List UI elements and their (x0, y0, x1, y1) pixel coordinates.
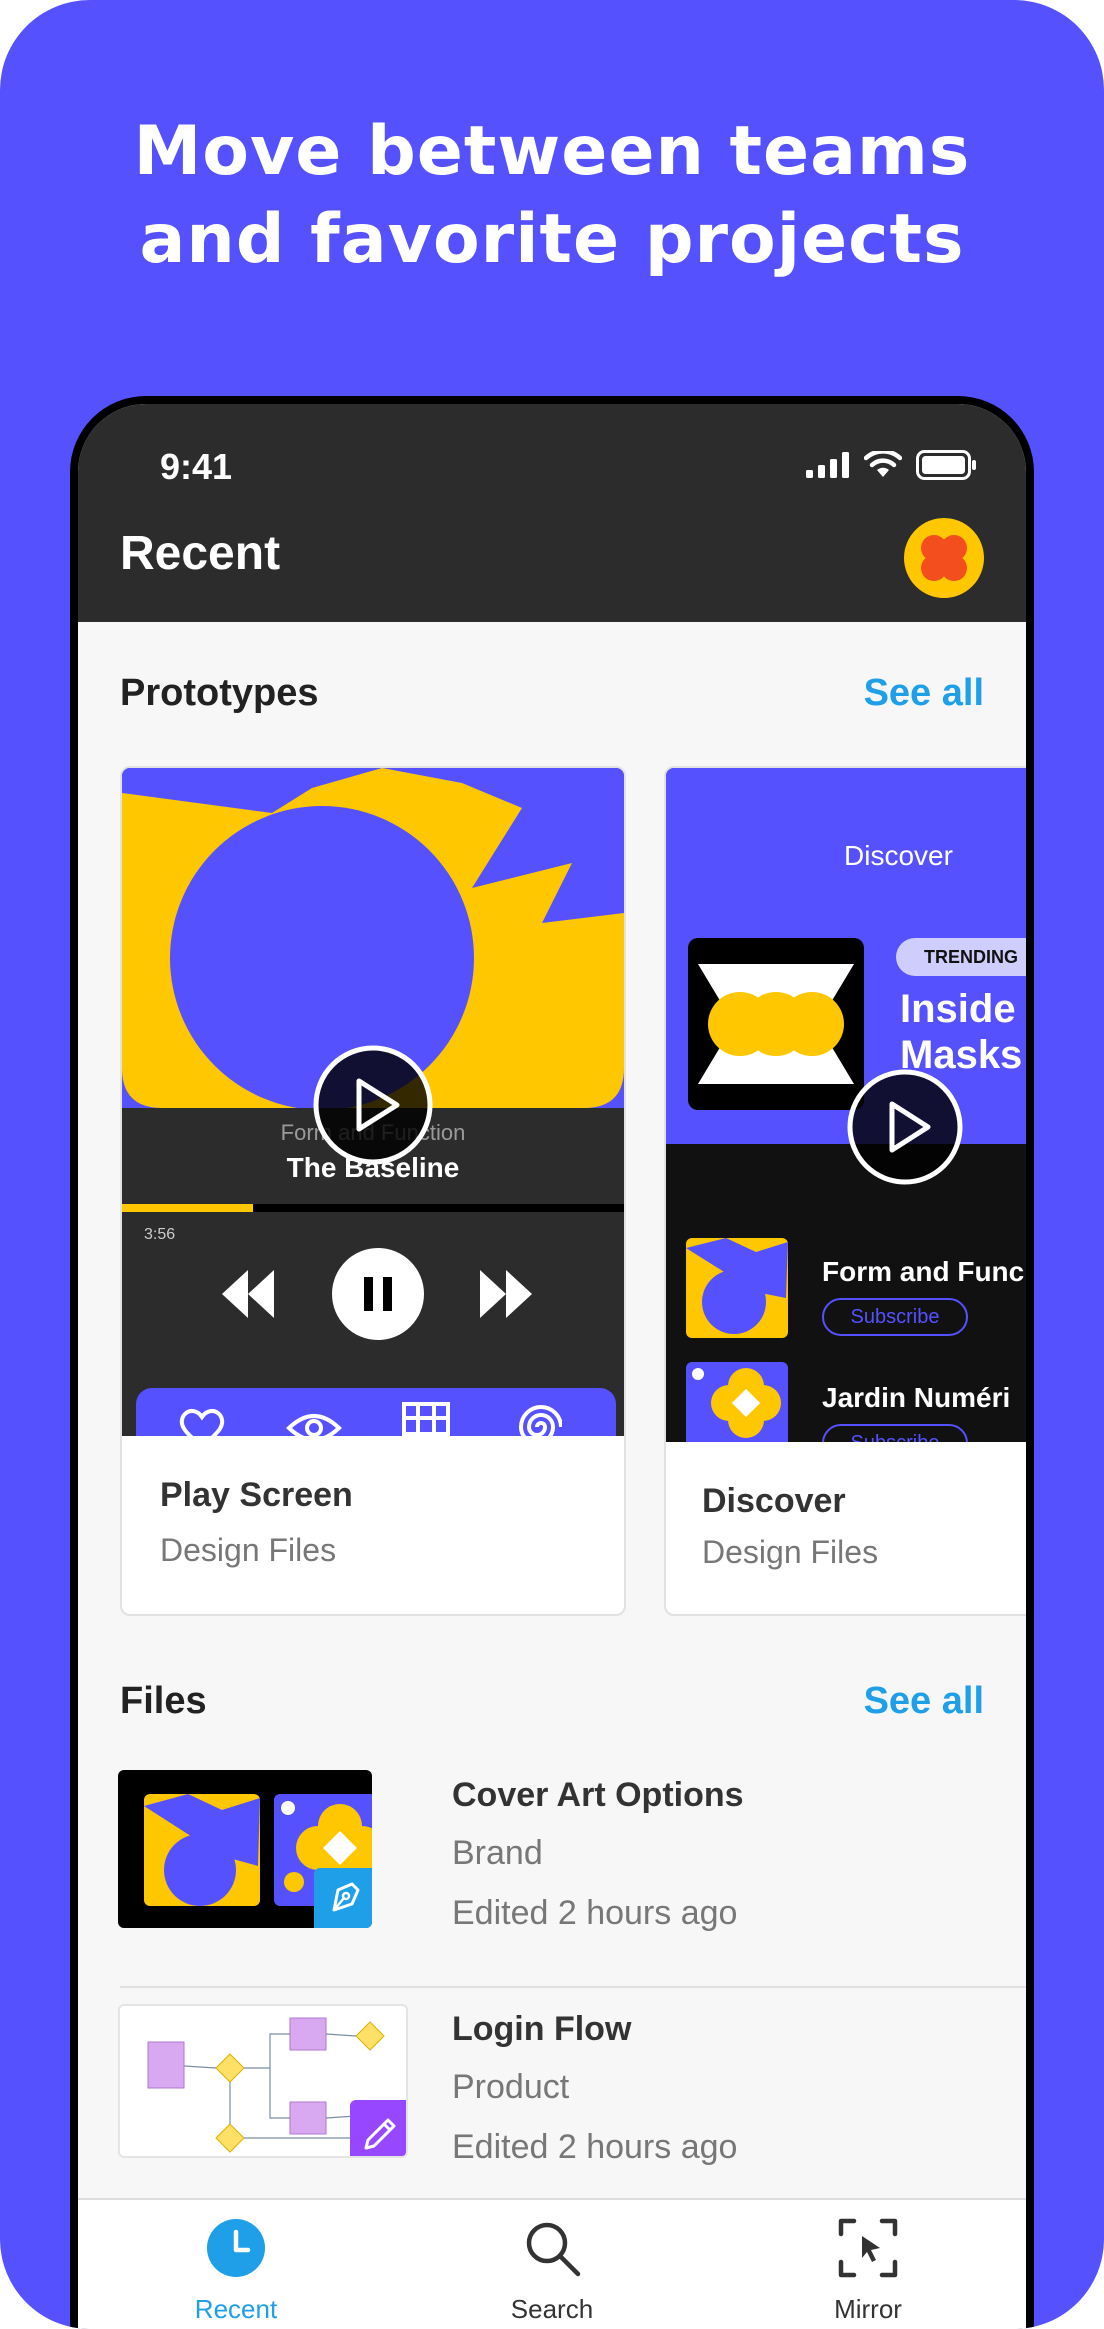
tab-bar: Recent Search Mirror (78, 2198, 1026, 2329)
file-name: Cover Art Options (452, 1776, 744, 1814)
pencil-glyph (364, 2118, 396, 2150)
status-icons (806, 450, 978, 480)
file-project: Product (452, 2068, 570, 2106)
subscribe-button[interactable]: Subscribe (822, 1424, 968, 1442)
prototype-card-discover[interactable]: Discover TRENDING Inside Masks Form and … (664, 766, 1026, 1616)
card-name: Discover (702, 1482, 846, 1520)
card-subtitle: Design Files (702, 1534, 879, 1570)
tab-recent[interactable]: Recent (78, 2200, 394, 2329)
play-screen-preview: Form and Function The Baseline 3:56 (122, 768, 624, 1436)
prototype-card-play-screen[interactable]: Form and Function The Baseline 3:56 (120, 766, 626, 1616)
play-icon (313, 1045, 433, 1165)
player-action-bar (136, 1388, 616, 1436)
list-item-2-thumbnail (686, 1362, 788, 1442)
file-project: Brand (452, 1834, 543, 1872)
list-item-1-title: Form and Func (822, 1256, 1025, 1287)
progress-fill (122, 1204, 253, 1212)
avatar[interactable] (904, 518, 984, 598)
trending-badge: TRENDING (896, 938, 1026, 976)
phone-screen: 9:41 Recent Prototypes See all Form The … (78, 404, 1026, 2329)
files-see-all-link[interactable]: See all (864, 1680, 984, 1723)
pause-icon (332, 1248, 424, 1340)
rewind-icon (222, 1270, 274, 1318)
file-thumbnail (118, 1770, 372, 1928)
file-row-cover-art-options[interactable]: Cover Art Options Brand Edited 2 hours a… (118, 1770, 1026, 1988)
tab-label: Recent (194, 2294, 278, 2324)
card-subtitle: Design Files (160, 1532, 337, 1568)
wifi-icon (864, 451, 902, 477)
play-icon (847, 1069, 963, 1185)
files-title: Files (120, 1680, 207, 1722)
card-name: Play Screen (160, 1476, 353, 1514)
avatar-logo-icon (921, 535, 967, 581)
headline-line-1: Move between teams (133, 112, 971, 191)
tab-search[interactable]: Search (394, 2200, 710, 2329)
tab-label: Mirror (834, 2294, 902, 2324)
progress-track[interactable] (122, 1204, 624, 1212)
heart-icon (179, 1408, 225, 1436)
grid-icon (402, 1402, 450, 1436)
discover-heading: Discover (844, 840, 953, 871)
signal-icon (806, 452, 849, 478)
app-store-screenshot: Move between teams and favorite projects… (0, 0, 1104, 2329)
status-time: 9:41 (160, 446, 233, 487)
elapsed-time: 3:56 (144, 1226, 176, 1243)
list-item-1-thumbnail (686, 1238, 788, 1338)
prototypes-title: Prototypes (120, 672, 319, 714)
headline-line-2: and favorite projects (139, 200, 965, 279)
tab-mirror[interactable]: Mirror (710, 2200, 1026, 2329)
file-edited-time: Edited 2 hours ago (452, 1894, 738, 1932)
pencil-icon (350, 2100, 406, 2156)
discover-preview: Discover TRENDING Inside Masks Form and … (666, 768, 1026, 1442)
page-title: Recent (120, 527, 281, 580)
masks-artwork (688, 938, 864, 1110)
clock-icon (207, 2219, 265, 2277)
fast-forward-icon (480, 1270, 532, 1318)
prototypes-see-all-link[interactable]: See all (864, 672, 984, 715)
file-thumbnail (118, 2004, 408, 2158)
subscribe-button[interactable]: Subscribe (822, 1298, 968, 1336)
search-icon (526, 2222, 581, 2277)
spiral-icon (518, 1405, 562, 1436)
file-name: Login Flow (452, 2010, 632, 2048)
pen-tool-icon (314, 1868, 372, 1928)
list-item-2-title: Jardin Numéri (822, 1382, 1011, 1413)
feature-title: Inside Masks (900, 987, 1023, 1077)
battery-icon (916, 450, 976, 480)
file-row-login-flow[interactable]: Login Flow Product Edited 2 hours ago (118, 2004, 1026, 2194)
mirror-icon (838, 2218, 898, 2278)
phone-frame: 9:41 Recent Prototypes See all Form The … (70, 396, 1034, 2329)
top-bar: 9:41 Recent (78, 404, 1026, 622)
file-edited-time: Edited 2 hours ago (452, 2128, 738, 2166)
pen-tool-glyph (332, 1882, 360, 1912)
eye-icon (286, 1414, 342, 1436)
headline: Move between teams and favorite projects (0, 108, 1104, 284)
tab-label: Search (510, 2294, 594, 2324)
